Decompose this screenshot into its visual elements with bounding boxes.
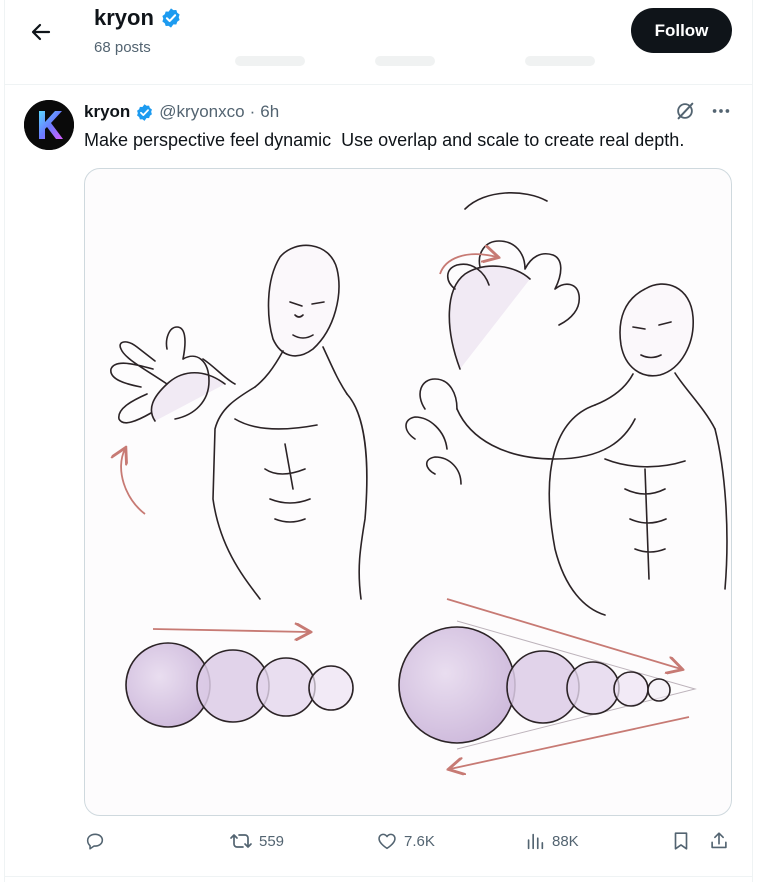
bar-chart-icon [527,833,544,850]
repost-button[interactable]: 559 [229,830,284,852]
views-count: 88K [552,832,579,850]
repost-icon [230,834,252,848]
left-figure-sketch [110,244,368,600]
header-name: kryon [94,5,154,30]
like-button[interactable]: 7.6K [376,830,435,852]
scrolled-content-fade [525,56,595,66]
tweet-media-image[interactable] [84,168,732,816]
meta-separator: · [249,102,256,121]
verified-badge-icon [137,103,153,121]
views-button[interactable]: 88K [524,830,579,852]
grok-icon[interactable] [674,100,696,122]
column-border-right [752,0,753,882]
scrolled-content-fade [235,56,305,66]
right-figure-sketch [405,192,728,616]
scrolled-content-fade [375,56,435,66]
tweet-top-actions [674,100,732,122]
kryon-logo-icon [24,100,74,150]
arrow-left-icon [31,23,51,41]
perspective-illustration [110,192,728,815]
author-name[interactable]: kryon [84,102,130,122]
right-circle-row [398,626,671,744]
tweet-text: Make perspective feel dynamic Use overla… [84,130,685,150]
like-count: 7.6K [404,832,435,850]
follow-button[interactable]: Follow [631,8,732,53]
back-button[interactable] [25,16,57,48]
reply-button[interactable] [84,830,112,852]
bookmark-icon [674,832,688,850]
post-time[interactable]: 6h [260,102,279,122]
share-icon [711,832,727,849]
avatar[interactable] [24,100,74,150]
left-circle-row [125,642,354,728]
verified-badge-icon [162,8,180,28]
header-title: kryon [94,5,182,31]
tweet-divider [5,876,752,877]
arrow-right-top [152,629,309,632]
repost-count: 559 [259,832,285,850]
reply-icon [86,833,104,850]
tweet-action-bar: 559 7.6K 88K [84,830,732,860]
curve-arrow-left [121,449,146,515]
more-options-icon[interactable] [710,100,732,122]
heart-icon [378,833,396,850]
author-handle[interactable]: @kryonxco [159,102,244,122]
profile-header: kryon 68 posts Follow [5,0,752,85]
bookmark-button[interactable] [670,830,692,852]
column-border-left [4,0,5,882]
tweet-meta: kryon @kryonxco · 6h [84,102,279,122]
share-button[interactable] [708,830,730,852]
post-count: 68 posts [94,39,151,56]
